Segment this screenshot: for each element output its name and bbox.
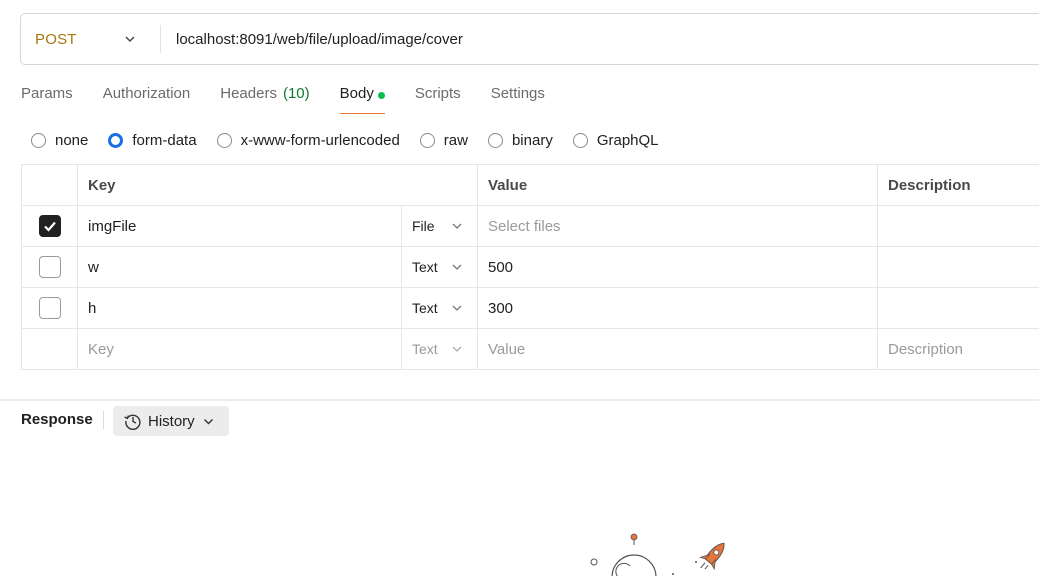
chevron-down-icon [125, 36, 135, 42]
radio-button[interactable] [108, 132, 124, 148]
form-data-table: Key Value Description imgFile File Selec… [21, 164, 1039, 370]
description-input[interactable] [878, 206, 1039, 246]
type-select[interactable]: Text [402, 329, 478, 369]
response-title: Response [21, 411, 93, 428]
chevron-down-icon [452, 223, 462, 229]
chevron-down-icon [203, 418, 213, 424]
type-label: Text [412, 300, 438, 316]
tab-params[interactable]: Params [21, 80, 73, 114]
header-check-cell [22, 165, 78, 205]
tab-headers[interactable]: Headers (10) [220, 80, 309, 114]
body-type-radios: none form-data x-www-form-urlencoded raw… [31, 130, 679, 150]
header-value: Value [478, 165, 878, 205]
method-select[interactable]: POST [21, 14, 160, 64]
select-files-input[interactable]: Select files [478, 206, 878, 246]
radio-button[interactable] [419, 132, 435, 148]
table-row-new: Key Text Value Description [22, 329, 1039, 370]
radio-button[interactable] [216, 132, 232, 148]
value-input[interactable]: 500 [478, 247, 878, 287]
radio-raw[interactable]: raw [419, 131, 468, 149]
radio-label: raw [443, 131, 468, 149]
row-check-cell [22, 206, 78, 246]
row-checkbox[interactable] [38, 215, 61, 237]
url-bar: POST localhost:8091/web/file/upload/imag… [20, 13, 1039, 65]
description-input[interactable] [878, 288, 1039, 328]
table-header-row: Key Value Description [22, 165, 1039, 206]
row-check-cell [22, 329, 78, 369]
tab-body[interactable]: Body [339, 80, 386, 114]
request-editor: POST localhost:8091/web/file/upload/imag… [0, 0, 1039, 576]
tab-label: Params [21, 85, 73, 102]
table-row: imgFile File Select files [22, 206, 1039, 247]
tab-label: Scripts [414, 85, 461, 102]
value-input[interactable]: Value [478, 329, 878, 369]
radio-label: none [55, 131, 89, 149]
response-divider [103, 411, 104, 429]
chevron-down-icon [452, 264, 462, 270]
key-input[interactable]: h [78, 288, 402, 328]
radio-label: GraphQL [596, 131, 659, 149]
key-input[interactable]: imgFile [78, 206, 402, 246]
checkmark-icon [43, 221, 56, 232]
history-icon [124, 414, 141, 430]
row-checkbox[interactable] [38, 256, 61, 278]
astronaut-rocket-illustration [590, 533, 725, 576]
tab-settings[interactable]: Settings [491, 80, 545, 114]
key-input[interactable]: Key [78, 329, 402, 369]
tab-authorization[interactable]: Authorization [103, 80, 191, 114]
method-label: POST [35, 30, 77, 48]
row-check-cell [22, 288, 78, 328]
value-input[interactable]: 300 [478, 288, 878, 328]
type-label: Text [412, 341, 438, 357]
header-key: Key [78, 165, 478, 205]
radio-binary[interactable]: binary [487, 131, 553, 149]
tab-scripts[interactable]: Scripts [415, 80, 461, 114]
type-select[interactable]: Text [402, 247, 478, 287]
radio-none[interactable]: none [31, 132, 88, 149]
radio-button[interactable] [572, 132, 588, 148]
table-row: w Text 500 [22, 247, 1039, 288]
radio-urlencoded[interactable]: x-www-form-urlencoded [216, 131, 400, 149]
radio-form-data[interactable]: form-data [108, 131, 197, 149]
type-label: File [412, 218, 435, 234]
url-input[interactable]: localhost:8091/web/file/upload/image/cov… [161, 31, 463, 48]
pane-divider[interactable] [0, 399, 1039, 401]
description-input[interactable] [878, 247, 1039, 287]
tab-label: Body [339, 85, 374, 102]
radio-label: x-www-form-urlencoded [240, 131, 400, 149]
row-checkbox[interactable] [38, 297, 61, 319]
description-input[interactable]: Description [878, 329, 1039, 369]
radio-label: binary [511, 131, 553, 149]
body-status-dot [377, 92, 385, 99]
type-select[interactable]: Text [402, 288, 478, 328]
tab-label: Settings [490, 85, 545, 102]
headers-count: (10) [282, 85, 310, 102]
chevron-down-icon [452, 346, 462, 352]
radio-button[interactable] [31, 132, 46, 148]
radio-label: form-data [132, 131, 197, 149]
history-button[interactable]: History [113, 406, 229, 436]
header-description: Description [888, 176, 971, 194]
tab-label: Headers [220, 85, 277, 102]
key-input[interactable]: w [78, 247, 402, 287]
radio-button[interactable] [487, 132, 503, 148]
row-check-cell [22, 247, 78, 287]
history-label: History [148, 412, 195, 430]
request-tabs: Params Authorization Headers (10) Body S… [21, 80, 575, 116]
radio-graphql[interactable]: GraphQL [572, 131, 659, 149]
type-select[interactable]: File [402, 206, 478, 246]
tab-label: Authorization [102, 85, 191, 102]
type-label: Text [412, 259, 438, 275]
table-row: h Text 300 [22, 288, 1039, 329]
chevron-down-icon [452, 305, 462, 311]
